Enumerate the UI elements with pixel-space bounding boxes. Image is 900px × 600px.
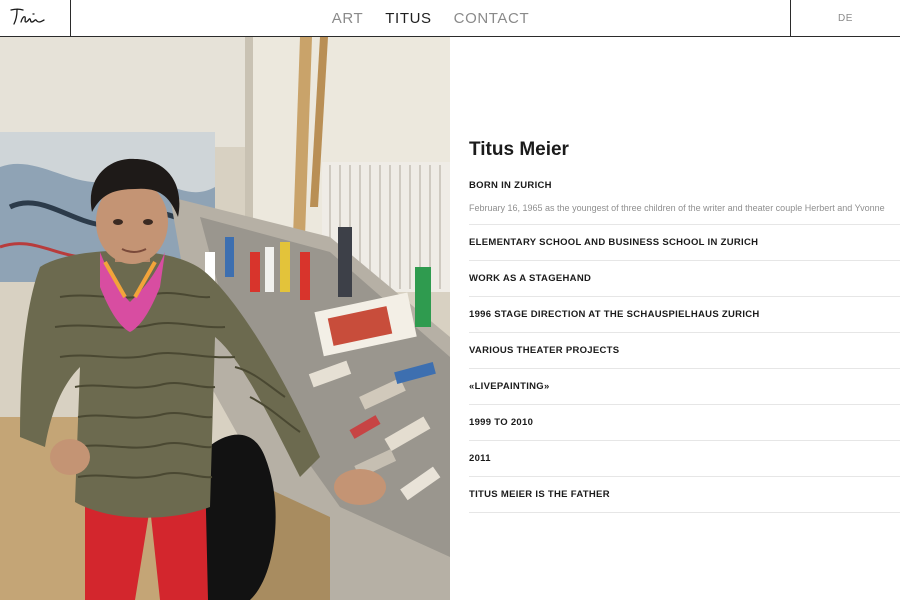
nav-art[interactable]: ART	[332, 10, 364, 27]
signature-logo-icon	[10, 8, 45, 25]
nav-contact[interactable]: CONTACT	[454, 10, 530, 27]
bio-heading: «LIVEPAINTING»	[469, 381, 550, 392]
bio-heading: 1996 STAGE DIRECTION AT THE SCHAUSPIELHA…	[469, 309, 760, 320]
bio-item-stage-direction[interactable]: 1996 STAGE DIRECTION AT THE SCHAUSPIELHA…	[469, 297, 900, 333]
language-toggle[interactable]: DE	[838, 13, 853, 24]
site-header: ART TITUS CONTACT DE	[0, 0, 900, 37]
language-switcher: DE	[790, 0, 900, 36]
bio-item-theater-projects[interactable]: VARIOUS THEATER PROJECTS	[469, 333, 900, 369]
bio-heading: WORK AS A STAGEHAND	[469, 273, 592, 284]
artist-studio-photo-icon	[0, 37, 450, 600]
bio-heading: 2011	[469, 453, 491, 464]
nav-titus[interactable]: TITUS	[385, 10, 431, 27]
bio-item-school[interactable]: ELEMENTARY SCHOOL AND BUSINESS SCHOOL IN…	[469, 225, 900, 261]
bio-heading: BORN IN ZURICH	[469, 180, 552, 191]
bio-item-2011[interactable]: 2011	[469, 441, 900, 477]
bio-heading: VARIOUS THEATER PROJECTS	[469, 345, 620, 356]
artist-photo	[0, 37, 450, 600]
bio-item-born[interactable]: BORN IN ZURICH February 16, 1965 as the …	[469, 175, 900, 225]
main-nav: ART TITUS CONTACT	[71, 0, 790, 36]
logo-link[interactable]	[0, 0, 71, 36]
bio-heading: 1999 TO 2010	[469, 417, 534, 428]
bio-heading: TITUS MEIER IS THE FATHER	[469, 489, 610, 500]
bio-heading: ELEMENTARY SCHOOL AND BUSINESS SCHOOL IN…	[469, 237, 759, 248]
page-title: Titus Meier	[469, 139, 569, 160]
bio-item-stagehand[interactable]: WORK AS A STAGEHAND	[469, 261, 900, 297]
bio-text: February 16, 1965 as the youngest of thr…	[469, 203, 885, 213]
biography-list: BORN IN ZURICH February 16, 1965 as the …	[469, 175, 900, 513]
biography: Titus Meier BORN IN ZURICH February 16, …	[469, 37, 900, 600]
bio-item-livepainting[interactable]: «LIVEPAINTING»	[469, 369, 900, 405]
bio-item-father[interactable]: TITUS MEIER IS THE FATHER	[469, 477, 900, 513]
bio-item-1999-2010[interactable]: 1999 TO 2010	[469, 405, 900, 441]
